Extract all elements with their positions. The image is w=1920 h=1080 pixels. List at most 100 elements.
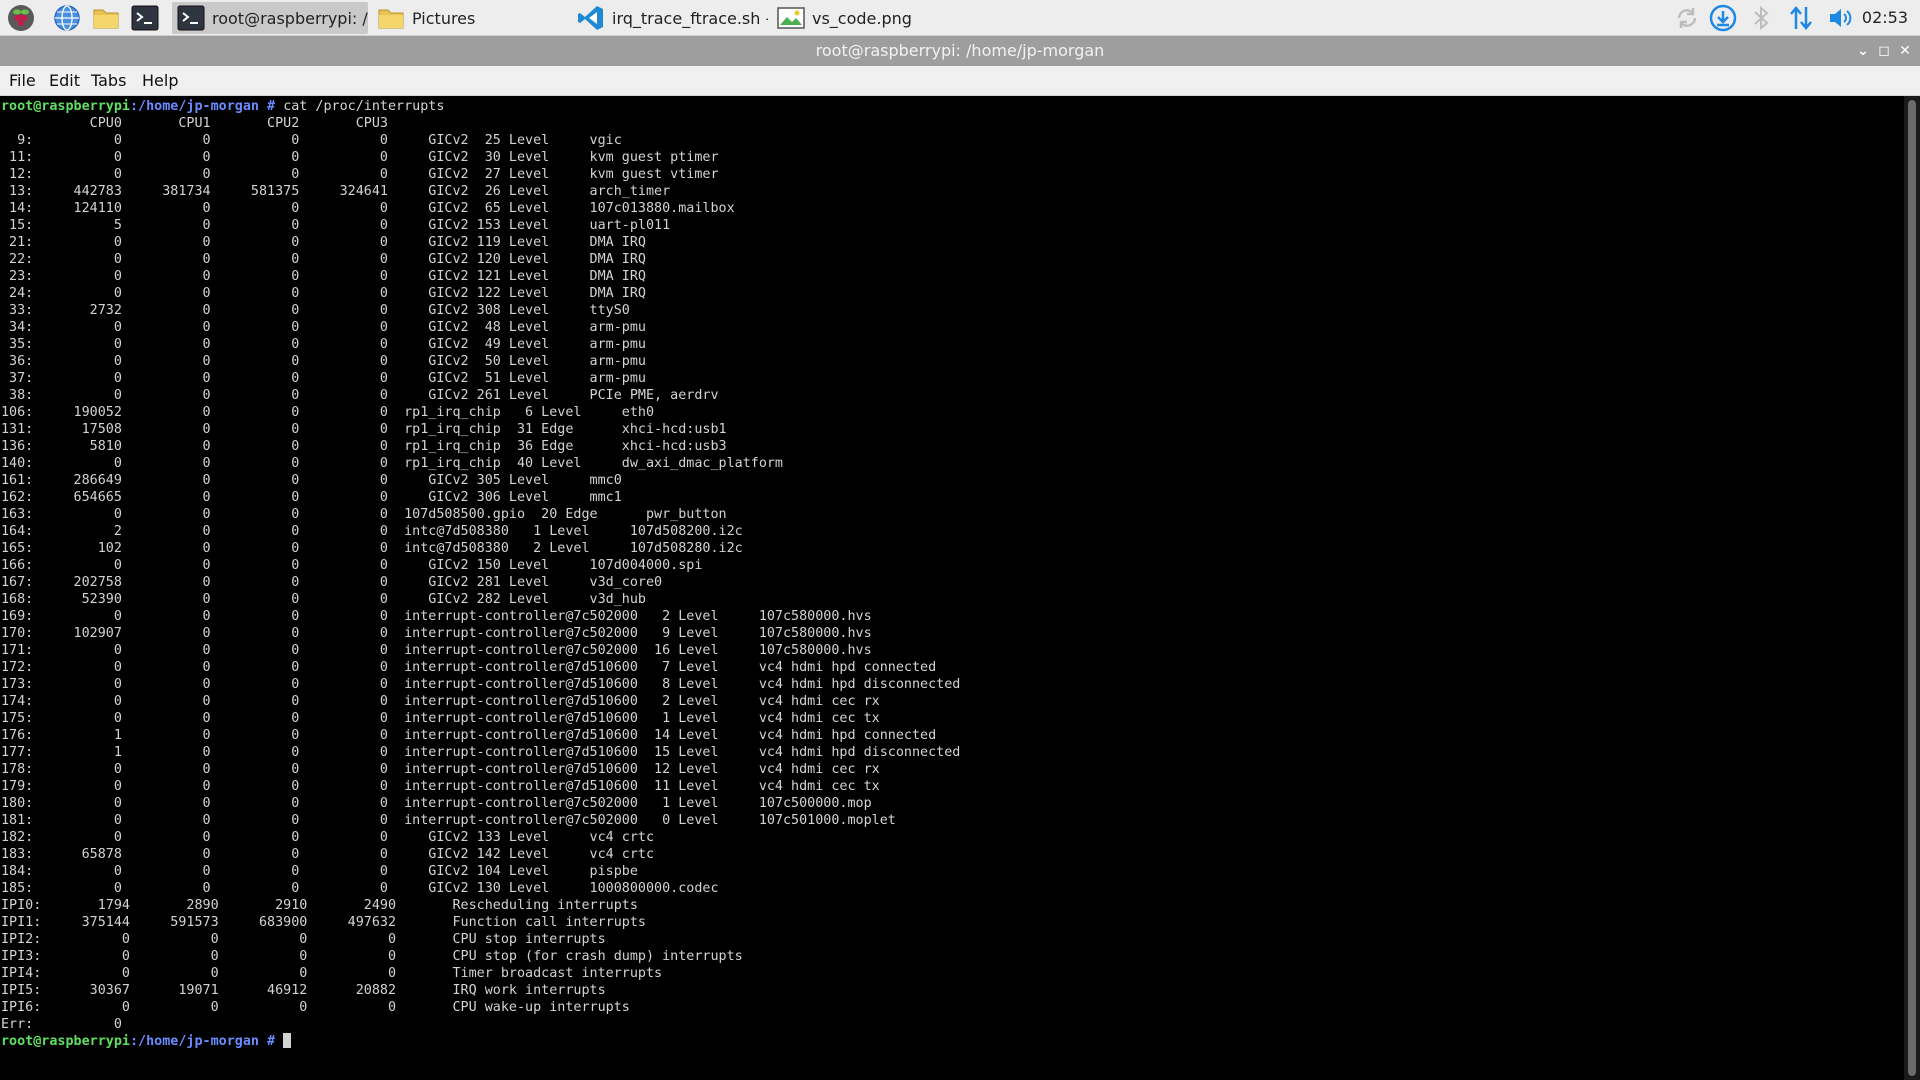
output-line: 172: 0 0 0 0 interrupt-controller@7d5106… (1, 660, 937, 675)
output-line: 180: 0 0 0 0 interrupt-controller@7c5020… (1, 796, 872, 811)
menu-help[interactable]: Help (142, 66, 178, 96)
volume-icon[interactable] (1826, 3, 1856, 33)
output-line: 182: 0 0 0 0 GICv2 133 Level vc4 crtc (1, 830, 655, 845)
menubar: File Edit Tabs Help (0, 66, 1920, 96)
output-line: 11: 0 0 0 0 GICv2 30 Level kvm guest pti… (1, 150, 719, 165)
terminal-area[interactable]: root@raspberrypi:/home/jp-morgan # cat /… (0, 96, 1904, 1080)
output-line: IPI0: 1794 2890 2910 2490 Rescheduling i… (1, 898, 638, 913)
output-line: 13: 442783 381734 581375 324641 GICv2 26… (1, 184, 671, 199)
minimize-button[interactable]: ⌄ (1852, 36, 1874, 66)
task-vscode[interactable]: irq_trace_ftrace.sh - r... (572, 2, 768, 34)
command-text: cat /proc/interrupts (283, 99, 445, 114)
output-line: 14: 124110 0 0 0 GICv2 65 Level 107c0138… (1, 201, 735, 216)
output-line: 165: 102 0 0 0 intc@7d508380 2 Level 107… (1, 541, 743, 556)
output-line: 166: 0 0 0 0 GICv2 150 Level 107d004000.… (1, 558, 703, 573)
output-line: 162: 654665 0 0 0 GICv2 306 Level mmc1 (1, 490, 622, 505)
output-line: 176: 1 0 0 0 interrupt-controller@7d5106… (1, 728, 937, 743)
bluetooth-icon[interactable] (1746, 3, 1776, 33)
output-line: 35: 0 0 0 0 GICv2 49 Level arm-pmu (1, 337, 646, 352)
prompt-symbol: # (259, 1034, 284, 1049)
output-line: 164: 2 0 0 0 intc@7d508380 1 Level 107d5… (1, 524, 743, 539)
output-line: 171: 0 0 0 0 interrupt-controller@7c5020… (1, 643, 872, 658)
output-line: 33: 2732 0 0 0 GICv2 308 Level ttyS0 (1, 303, 630, 318)
output-line: 178: 0 0 0 0 interrupt-controller@7d5106… (1, 762, 880, 777)
task-label: irq_trace_ftrace.sh - r... (612, 8, 768, 28)
folder-icon (376, 4, 406, 32)
output-line: IPI6: 0 0 0 0 CPU wake-up interrupts (1, 1000, 630, 1015)
output-line: Err: 0 (1, 1017, 122, 1032)
output-line: 38: 0 0 0 0 GICv2 261 Level PCIe PME, ae… (1, 388, 719, 403)
output-line: 169: 0 0 0 0 interrupt-controller@7c5020… (1, 609, 872, 624)
output-line: 168: 52390 0 0 0 GICv2 282 Level v3d_hub (1, 592, 646, 607)
prompt-user: root@raspberrypi (1, 99, 130, 114)
image-viewer-icon (776, 4, 806, 32)
output-line: 140: 0 0 0 0 rp1_irq_chip 40 Level dw_ax… (1, 456, 783, 471)
prompt-path: :/home/jp-morgan (130, 1034, 259, 1049)
terminal-icon (176, 4, 206, 32)
output-line: 36: 0 0 0 0 GICv2 50 Level arm-pmu (1, 354, 646, 369)
output-line: 22: 0 0 0 0 GICv2 120 Level DMA IRQ (1, 252, 646, 267)
output-line: 173: 0 0 0 0 interrupt-controller@7d5106… (1, 677, 961, 692)
command-output: CPU0 CPU1 CPU2 CPU3 9: 0 0 0 0 GICv2 25 … (1, 116, 960, 1032)
output-line: 15: 5 0 0 0 GICv2 153 Level uart-pl011 (1, 218, 671, 233)
output-line: 174: 0 0 0 0 interrupt-controller@7d5106… (1, 694, 880, 709)
output-line: 9: 0 0 0 0 GICv2 25 Level vgic (1, 133, 622, 148)
output-line: IPI5: 30367 19071 46912 20882 IRQ work i… (1, 983, 606, 998)
task-image-viewer[interactable]: vs_code.png (772, 2, 968, 34)
clock[interactable]: 02:53 (1862, 0, 1908, 36)
maximize-button[interactable]: ◻ (1873, 36, 1895, 66)
task-label: vs_code.png (812, 8, 912, 28)
output-line: 163: 0 0 0 0 107d508500.gpio 20 Edge pwr… (1, 507, 727, 522)
output-line: 131: 17508 0 0 0 rp1_irq_chip 31 Edge xh… (1, 422, 727, 437)
output-line: 184: 0 0 0 0 GICv2 104 Level pispbe (1, 864, 638, 879)
output-line: 34: 0 0 0 0 GICv2 48 Level arm-pmu (1, 320, 646, 335)
output-line: IPI4: 0 0 0 0 Timer broadcast interrupts (1, 966, 663, 981)
output-line: 136: 5810 0 0 0 rp1_irq_chip 36 Edge xhc… (1, 439, 727, 454)
sync-icon[interactable] (1672, 3, 1702, 33)
prompt-user: root@raspberrypi (1, 1034, 130, 1049)
update-download-icon[interactable] (1708, 3, 1738, 33)
scrollbar-thumb[interactable] (1908, 100, 1916, 1076)
terminal-scrollbar[interactable] (1904, 96, 1920, 1080)
menu-file[interactable]: File (9, 66, 36, 96)
output-line: 12: 0 0 0 0 GICv2 27 Level kvm guest vti… (1, 167, 719, 182)
output-line: 185: 0 0 0 0 GICv2 130 Level 1000800000.… (1, 881, 719, 896)
task-pictures[interactable]: Pictures (372, 2, 568, 34)
output-line: IPI3: 0 0 0 0 CPU stop (for crash dump) … (1, 949, 743, 964)
output-line: 161: 286649 0 0 0 GICv2 305 Level mmc0 (1, 473, 622, 488)
task-label: Pictures (412, 8, 476, 28)
web-browser-icon[interactable] (52, 3, 82, 33)
output-line: 167: 202758 0 0 0 GICv2 281 Level v3d_co… (1, 575, 663, 590)
output-line: 175: 0 0 0 0 interrupt-controller@7d5106… (1, 711, 880, 726)
output-line: 37: 0 0 0 0 GICv2 51 Level arm-pmu (1, 371, 646, 386)
vscode-icon (576, 4, 606, 32)
output-line: 179: 0 0 0 0 interrupt-controller@7d5106… (1, 779, 880, 794)
network-icon[interactable] (1786, 3, 1816, 33)
output-line: 21: 0 0 0 0 GICv2 119 Level DMA IRQ (1, 235, 646, 250)
output-line: 177: 1 0 0 0 interrupt-controller@7d5106… (1, 745, 961, 760)
window-title: root@raspberrypi: /home/jp-morgan (815, 41, 1105, 60)
output-line: 170: 102907 0 0 0 interrupt-controller@7… (1, 626, 872, 641)
task-label: root@raspberrypi: /h... (212, 8, 368, 28)
output-line: 23: 0 0 0 0 GICv2 121 Level DMA IRQ (1, 269, 646, 284)
text-cursor (283, 1033, 292, 1048)
command-line: root@raspberrypi:/home/jp-morgan # cat /… (1, 99, 444, 114)
prompt-symbol: # (259, 99, 284, 114)
close-button[interactable]: ✕ (1894, 36, 1916, 66)
taskbar: root@raspberrypi: /h... Pictures irq_tra… (0, 0, 1920, 36)
active-prompt-line[interactable]: root@raspberrypi:/home/jp-morgan # (1, 1033, 292, 1049)
window-titlebar[interactable]: root@raspberrypi: /home/jp-morgan ⌄ ◻ ✕ (0, 36, 1920, 66)
output-line: IPI2: 0 0 0 0 CPU stop interrupts (1, 932, 606, 947)
file-manager-icon[interactable] (91, 3, 121, 33)
output-line: CPU0 CPU1 CPU2 CPU3 (1, 116, 388, 131)
terminal-launcher-icon[interactable] (130, 3, 160, 33)
raspberry-menu-icon[interactable] (6, 3, 36, 33)
task-terminal[interactable]: root@raspberrypi: /h... (172, 2, 368, 34)
output-line: 181: 0 0 0 0 interrupt-controller@7c5020… (1, 813, 896, 828)
menu-edit[interactable]: Edit (49, 66, 80, 96)
prompt-path: :/home/jp-morgan (130, 99, 259, 114)
output-line: 106: 190052 0 0 0 rp1_irq_chip 6 Level e… (1, 405, 655, 420)
output-line: IPI1: 375144 591573 683900 497632 Functi… (1, 915, 646, 930)
menu-tabs[interactable]: Tabs (91, 66, 126, 96)
output-line: 183: 65878 0 0 0 GICv2 142 Level vc4 crt… (1, 847, 655, 862)
